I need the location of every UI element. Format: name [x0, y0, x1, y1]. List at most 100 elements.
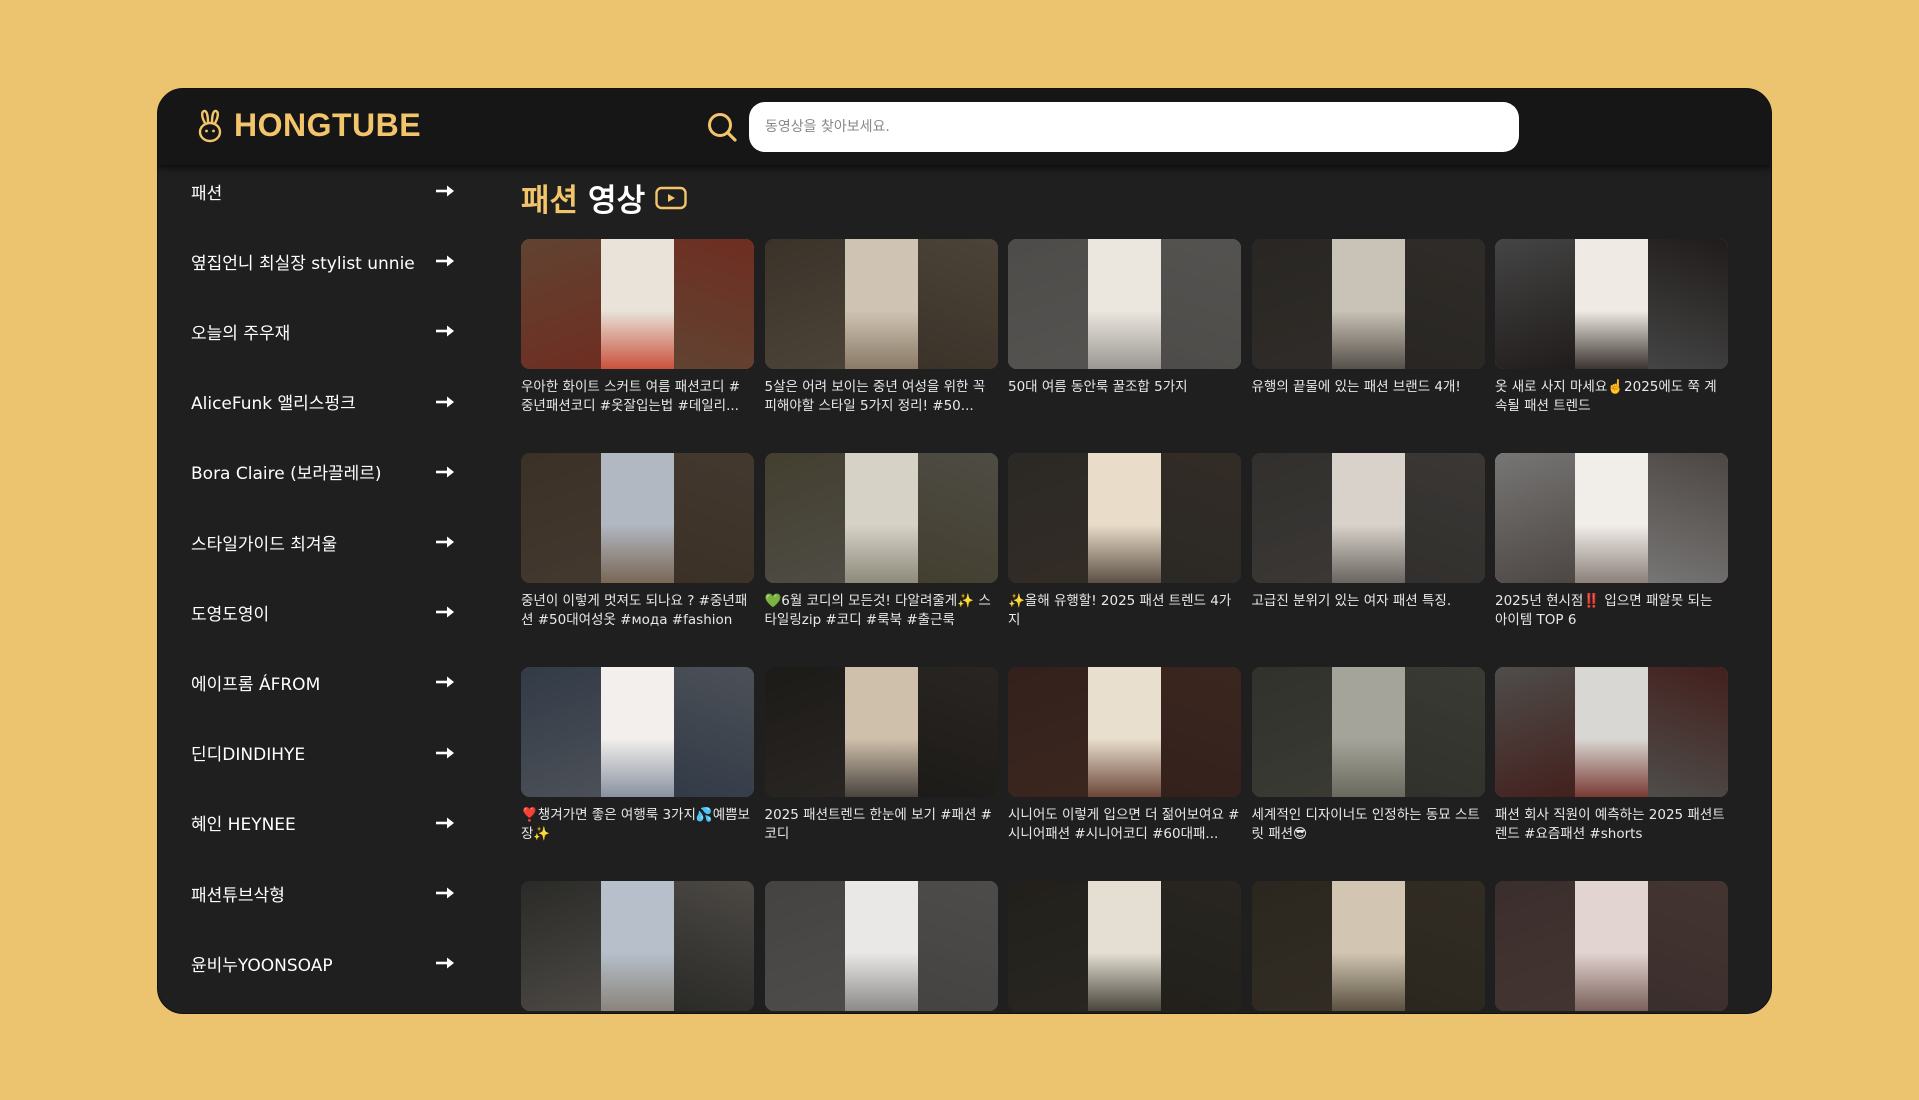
sidebar-item[interactable]: 오늘의 주우재: [191, 311, 455, 351]
app-window: HONGTUBE 패션옆집언니 최실장 stylist unnie 오늘의 주우재…: [157, 88, 1772, 1014]
video-thumbnail[interactable]: [764, 667, 998, 797]
search-icon[interactable]: [706, 111, 738, 143]
thumbnail-right: [1161, 453, 1241, 583]
video-title[interactable]: 유행의 끝물에 있는 패션 브랜드 4개!: [1252, 378, 1485, 397]
video-card[interactable]: 2025년 현시점‼️ 입으면 패알못 되는 아이템 TOP 6: [1495, 453, 1728, 630]
video-card[interactable]: 유행의 끝물에 있는 패션 브랜드 4개!: [1251, 239, 1485, 397]
video-card[interactable]: [1251, 881, 1485, 1013]
arrow-right-icon: [436, 817, 454, 829]
video-card[interactable]: 패션 회사 직원이 예측하는 2025 패션트렌드 #요즘패션 #shorts: [1495, 667, 1728, 844]
sidebar-item[interactable]: 윤비누YOONSOAP: [191, 943, 455, 983]
video-card[interactable]: 2025 패션트렌드 한눈에 보기 #패션 #코디: [764, 667, 998, 844]
video-thumbnail[interactable]: [1008, 453, 1241, 583]
video-thumbnail[interactable]: [1008, 881, 1241, 1011]
video-thumbnail[interactable]: [521, 881, 754, 1011]
video-card[interactable]: 우아한 화이트 스커트 여름 패션코디 # 중년패션코디 #옷잘입는법 #데일리…: [521, 239, 754, 416]
sidebar-item-label: 도영도영이: [191, 604, 270, 625]
sidebar-item[interactable]: 혜인 HEYNEE: [191, 803, 455, 843]
sidebar-item[interactable]: 도영도영이: [191, 592, 455, 632]
video-card[interactable]: 세계적인 디자이너도 인정하는 동묘 스트릿 패션😎: [1251, 667, 1485, 844]
thumbnail-right: [917, 667, 998, 797]
sidebar-item[interactable]: 딘디DINDIHYE: [191, 733, 455, 773]
thumbnail-portrait: [1331, 453, 1405, 583]
video-title[interactable]: ✨올해 유행할! 2025 패션 트렌드 4가지: [1008, 592, 1241, 630]
video-thumbnail[interactable]: [1251, 881, 1485, 1011]
video-thumbnail[interactable]: [1251, 667, 1485, 797]
thumbnail-left: [1251, 667, 1332, 797]
video-thumbnail[interactable]: [1008, 667, 1241, 797]
video-thumbnail[interactable]: [521, 667, 754, 797]
sidebar-item[interactable]: 스타일가이드 최겨울: [191, 522, 455, 562]
video-card[interactable]: 옷 새로 사지 마세요☝️2025에도 쭉 계속될 패션 트렌드: [1495, 239, 1728, 416]
video-card[interactable]: ✨올해 유행할! 2025 패션 트렌드 4가지: [1008, 453, 1241, 630]
video-thumbnail[interactable]: [1251, 453, 1485, 583]
thumbnail-portrait: [601, 453, 674, 583]
thumbnail-right: [1648, 667, 1728, 797]
thumbnail-portrait: [1088, 667, 1161, 797]
video-title[interactable]: 시니어도 이렇게 입으면 더 젊어보여요 #시니어패션 #시니어코디 #60대패…: [1008, 806, 1241, 844]
video-thumbnail[interactable]: [764, 239, 998, 369]
video-thumbnail[interactable]: [521, 453, 754, 583]
thumbnail-left: [1495, 667, 1575, 797]
video-title[interactable]: 2025 패션트렌드 한눈에 보기 #패션 #코디: [765, 806, 998, 844]
video-title[interactable]: 5살은 어려 보이는 중년 여성을 위한 꼭 피해야할 스타일 5가지 정리! …: [765, 378, 998, 416]
sidebar-item[interactable]: 패션: [191, 171, 455, 211]
video-thumbnail[interactable]: [1251, 239, 1485, 369]
logo[interactable]: HONGTUBE: [196, 107, 421, 144]
thumbnail-right: [674, 667, 754, 797]
search-input[interactable]: [749, 102, 1519, 152]
video-title[interactable]: 세계적인 디자이너도 인정하는 동묘 스트릿 패션😎: [1252, 806, 1485, 844]
sidebar-item[interactable]: Bora Claire (보라끌레르): [191, 452, 455, 492]
page-title-text: 영상: [588, 183, 646, 219]
thumbnail-left: [521, 667, 601, 797]
video-title[interactable]: 우아한 화이트 스커트 여름 패션코디 # 중년패션코디 #옷잘입는법 #데일리…: [521, 378, 754, 416]
video-thumbnail[interactable]: [521, 239, 754, 369]
video-card[interactable]: 5살은 어려 보이는 중년 여성을 위한 꼭 피해야할 스타일 5가지 정리! …: [764, 239, 998, 416]
video-title[interactable]: 50대 여름 동안룩 꿀조합 5가지: [1008, 378, 1241, 397]
thumbnail-left: [1495, 239, 1575, 369]
thumbnail-right: [1404, 453, 1485, 583]
video-card[interactable]: ❣️챙겨가면 좋은 여행룩 3가지💦예쁨보장✨: [521, 667, 754, 844]
sidebar-item[interactable]: AliceFunk 앨리스펑크: [191, 382, 455, 422]
thumbnail-left: [1495, 453, 1575, 583]
arrow-right-icon: [436, 887, 454, 899]
sidebar-item[interactable]: 에이프롬 ÁFROM: [191, 662, 455, 702]
sidebar-item-label: 에이프롬 ÁFROM: [191, 674, 321, 695]
video-card[interactable]: 시니어도 이렇게 입으면 더 젊어보여요 #시니어패션 #시니어코디 #60대패…: [1008, 667, 1241, 844]
sidebar: 패션옆집언니 최실장 stylist unnie 오늘의 주우재 AliceFunk…: [158, 165, 488, 1013]
video-card[interactable]: [1008, 881, 1241, 1013]
video-title[interactable]: 패션 회사 직원이 예측하는 2025 패션트렌드 #요즘패션 #shorts: [1495, 806, 1728, 844]
video-thumbnail[interactable]: [764, 453, 998, 583]
video-thumbnail[interactable]: [1495, 453, 1728, 583]
thumbnail-right: [1404, 239, 1485, 369]
video-play-icon: [655, 186, 687, 209]
arrow-right-icon: [436, 676, 454, 688]
video-thumbnail[interactable]: [1008, 239, 1241, 369]
sidebar-item[interactable]: 옆집언니 최실장 stylist unnie: [191, 241, 455, 281]
arrow-right-icon: [436, 185, 454, 197]
video-title[interactable]: 2025년 현시점‼️ 입으면 패알못 되는 아이템 TOP 6: [1495, 592, 1728, 630]
video-thumbnail[interactable]: [1495, 881, 1728, 1011]
video-card[interactable]: [521, 881, 754, 1013]
arrow-right-icon: [436, 747, 454, 759]
video-thumbnail[interactable]: [1495, 667, 1728, 797]
video-card[interactable]: 고급진 분위기 있는 여자 패션 특징.: [1251, 453, 1485, 611]
video-card[interactable]: 💚6월 코디의 모든것! 다알려줄게✨ 스타일링zip #코디 #룩북 #출근룩: [764, 453, 998, 630]
video-title[interactable]: ❣️챙겨가면 좋은 여행룩 3가지💦예쁨보장✨: [521, 806, 754, 844]
video-thumbnail[interactable]: [1495, 239, 1728, 369]
video-title[interactable]: 고급진 분위기 있는 여자 패션 특징.: [1252, 592, 1485, 611]
arrow-right-icon: [436, 606, 454, 618]
video-title[interactable]: 옷 새로 사지 마세요☝️2025에도 쭉 계속될 패션 트렌드: [1495, 378, 1728, 416]
video-card[interactable]: [1495, 881, 1728, 1013]
thumbnail-right: [1161, 667, 1241, 797]
video-thumbnail[interactable]: [764, 881, 998, 1011]
thumbnail-portrait: [1331, 667, 1405, 797]
video-card[interactable]: 50대 여름 동안룩 꿀조합 5가지: [1008, 239, 1241, 397]
sidebar-item[interactable]: 패션튜브삭형: [191, 873, 455, 913]
video-title[interactable]: 중년이 이렇게 멋져도 되나요 ? #중년패션 #50대여성옷 #мода #f…: [521, 592, 754, 630]
video-card[interactable]: 중년이 이렇게 멋져도 되나요 ? #중년패션 #50대여성옷 #мода #f…: [521, 453, 754, 630]
video-title[interactable]: 💚6월 코디의 모든것! 다알려줄게✨ 스타일링zip #코디 #룩북 #출근룩: [765, 592, 998, 630]
main-content: 패션 영상 우아한 화이트 스커트 여름 패션코디 # 중년패션코디 #옷잘입는…: [521, 165, 1751, 1013]
thumbnail-left: [1251, 453, 1332, 583]
video-card[interactable]: [764, 881, 998, 1013]
